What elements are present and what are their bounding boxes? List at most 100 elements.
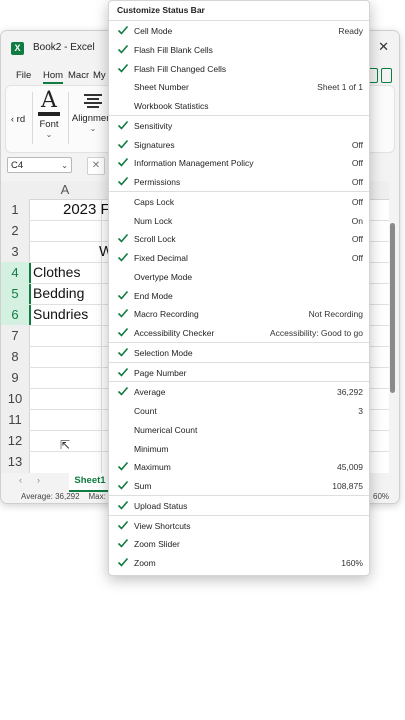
menu-item-caps-lock[interactable]: Caps Lock Off — [109, 192, 369, 211]
menu-item-sum[interactable]: Sum 108,875 — [109, 476, 369, 495]
menu-item-value: Off — [351, 177, 363, 187]
menu-item-label: Sheet Number — [134, 82, 189, 93]
menu-item-value: 108,875 — [332, 481, 363, 491]
menu-title: Customize Status Bar — [109, 1, 369, 21]
menu-item-page-number[interactable]: Page Number — [109, 363, 369, 382]
checkmark-icon — [117, 252, 129, 262]
ribbon-collapse-icon[interactable] — [381, 68, 392, 83]
cell-title[interactable]: 2023 Fi — [63, 201, 113, 218]
ribbon-divider — [32, 92, 33, 144]
cell-a4[interactable]: Clothes — [33, 264, 80, 280]
tab-macros[interactable]: Macr — [68, 70, 89, 81]
close-icon[interactable]: ✕ — [378, 39, 389, 55]
menu-item-upload-status[interactable]: Upload Status — [109, 496, 369, 515]
row-header[interactable]: 6 — [1, 304, 31, 325]
menu-item-flash-fill-blank-cells[interactable]: Flash Fill Blank Cells — [109, 40, 369, 59]
tab-my[interactable]: My — [93, 70, 106, 81]
checkmark-icon — [117, 176, 129, 186]
menu-item-information-management-policy[interactable]: Information Management Policy Off — [109, 153, 369, 172]
checkmark-icon — [117, 500, 129, 510]
select-all-corner[interactable] — [1, 181, 29, 200]
row-header[interactable]: 5 — [1, 283, 31, 304]
cancel-entry-icon[interactable]: ✕ — [87, 157, 105, 175]
checkmark-icon — [117, 234, 129, 243]
menu-item-workbook-statistics[interactable]: Workbook Statistics — [109, 96, 369, 115]
sheet-tab[interactable]: Sheet1 — [69, 473, 111, 492]
scrollbar-thumb[interactable] — [390, 223, 395, 393]
menu-item-selection-mode[interactable]: Selection Mode — [109, 343, 369, 362]
ribbon-left-group[interactable]: ‹ rd — [8, 114, 28, 128]
menu-item-label: Flash Fill Blank Cells — [134, 44, 213, 55]
menu-item-label: Page Number — [134, 367, 187, 378]
name-box[interactable]: C4 ⌄ — [7, 157, 72, 173]
menu-item-end-mode[interactable]: End Mode — [109, 286, 369, 305]
chevron-down-icon: ⌄ — [61, 161, 68, 170]
checkmark-icon — [117, 44, 129, 54]
menu-item-signatures[interactable]: Signatures Off — [109, 135, 369, 154]
menu-item-accessibility-checker[interactable]: Accessibility Checker Accessibility: Good… — [109, 323, 369, 342]
menu-item-value: Accessibility: Good to go — [269, 328, 363, 338]
menu-item-zoom-slider[interactable]: Zoom Slider — [109, 534, 369, 553]
menu-item-maximum[interactable]: Maximum 45,009 — [109, 457, 369, 476]
menu-item-label: Caps Lock — [134, 196, 175, 207]
row-header[interactable]: 11 — [1, 409, 30, 430]
menu-item-scroll-lock[interactable]: Scroll Lock Off — [109, 229, 369, 248]
column-header-a[interactable]: A — [29, 181, 101, 200]
menu-item-label: View Shortcuts — [134, 520, 191, 531]
vertical-scrollbar[interactable] — [389, 211, 397, 503]
menu-item-value: Ready — [338, 26, 363, 36]
cell-a6[interactable]: Sundries — [33, 306, 88, 322]
menu-item-minimum[interactable]: Minimum — [109, 439, 369, 458]
cell-a5[interactable]: Bedding — [33, 285, 84, 301]
menu-item-overtype-mode[interactable]: Overtype Mode — [109, 267, 369, 286]
row-header[interactable]: 12 — [1, 430, 30, 451]
row-header[interactable]: 8 — [1, 346, 30, 367]
menu-item-value: 160% — [341, 558, 363, 568]
customize-status-bar-menu: Customize Status Bar Cell Mode Ready Flash… — [108, 0, 370, 576]
menu-item-average[interactable]: Average 36,292 — [109, 382, 369, 401]
menu-item-value: Sheet 1 of 1 — [317, 82, 363, 93]
menu-item-label: Flash Fill Changed Cells — [134, 63, 227, 74]
menu-item-numerical-count[interactable]: Numerical Count — [109, 420, 369, 439]
row-header[interactable]: 13 — [1, 451, 30, 473]
checkmark-icon — [117, 557, 129, 567]
row-header[interactable]: 7 — [1, 325, 30, 346]
menu-item-num-lock[interactable]: Num Lock On — [109, 211, 369, 230]
menu-item-value: Not Recording — [308, 309, 363, 320]
menu-item-permissions[interactable]: Permissions Off — [109, 172, 369, 191]
menu-item-cell-mode[interactable]: Cell Mode Ready — [109, 21, 369, 40]
tab-home[interactable]: Hom — [43, 70, 64, 84]
name-box-value: C4 — [11, 160, 24, 171]
menu-item-sheet-number[interactable]: Sheet Number Sheet 1 of 1 — [109, 77, 369, 96]
tab-file[interactable]: File — [16, 70, 31, 81]
font-group[interactable]: A Font ⌄ — [34, 86, 64, 152]
menu-item-label: Selection Mode — [134, 347, 193, 358]
row-header[interactable]: 1 — [1, 199, 30, 220]
menu-item-zoom[interactable]: Zoom 160% — [109, 553, 369, 572]
menu-items: Cell Mode Ready Flash Fill Blank Cells Flas… — [109, 21, 369, 572]
menu-item-value: Off — [351, 196, 363, 207]
mouse-cursor-icon: ⇱ — [60, 438, 71, 452]
menu-item-sensitivity[interactable]: Sensitivity — [109, 116, 369, 135]
menu-item-count[interactable]: Count 3 — [109, 401, 369, 420]
checkmark-icon — [117, 290, 129, 300]
ribbon-divider — [68, 92, 69, 144]
menu-item-label: Fixed Decimal — [134, 253, 188, 263]
row-header[interactable]: 3 — [1, 241, 30, 262]
menu-item-value: Off — [351, 234, 363, 245]
row-header[interactable]: 9 — [1, 367, 30, 388]
menu-item-view-shortcuts[interactable]: View Shortcuts — [109, 516, 369, 535]
checkmark-icon — [117, 25, 129, 35]
row-header[interactable]: 2 — [1, 220, 30, 241]
menu-item-label: Sensitivity — [134, 120, 173, 131]
row-header[interactable]: 10 — [1, 388, 30, 409]
menu-item-macro-recording[interactable]: Macro Recording Not Recording — [109, 304, 369, 323]
checkmark-icon — [117, 158, 129, 167]
sheet-next-icon[interactable]: › — [37, 475, 40, 485]
row-header[interactable]: 4 — [1, 262, 31, 283]
menu-item-fixed-decimal[interactable]: Fixed Decimal Off — [109, 248, 369, 267]
menu-item-label: Information Management Policy — [134, 158, 254, 169]
sheet-prev-icon[interactable]: ‹ — [19, 475, 22, 485]
menu-item-flash-fill-changed-cells[interactable]: Flash Fill Changed Cells — [109, 59, 369, 78]
status-zoom[interactable]: 60% — [373, 492, 389, 501]
